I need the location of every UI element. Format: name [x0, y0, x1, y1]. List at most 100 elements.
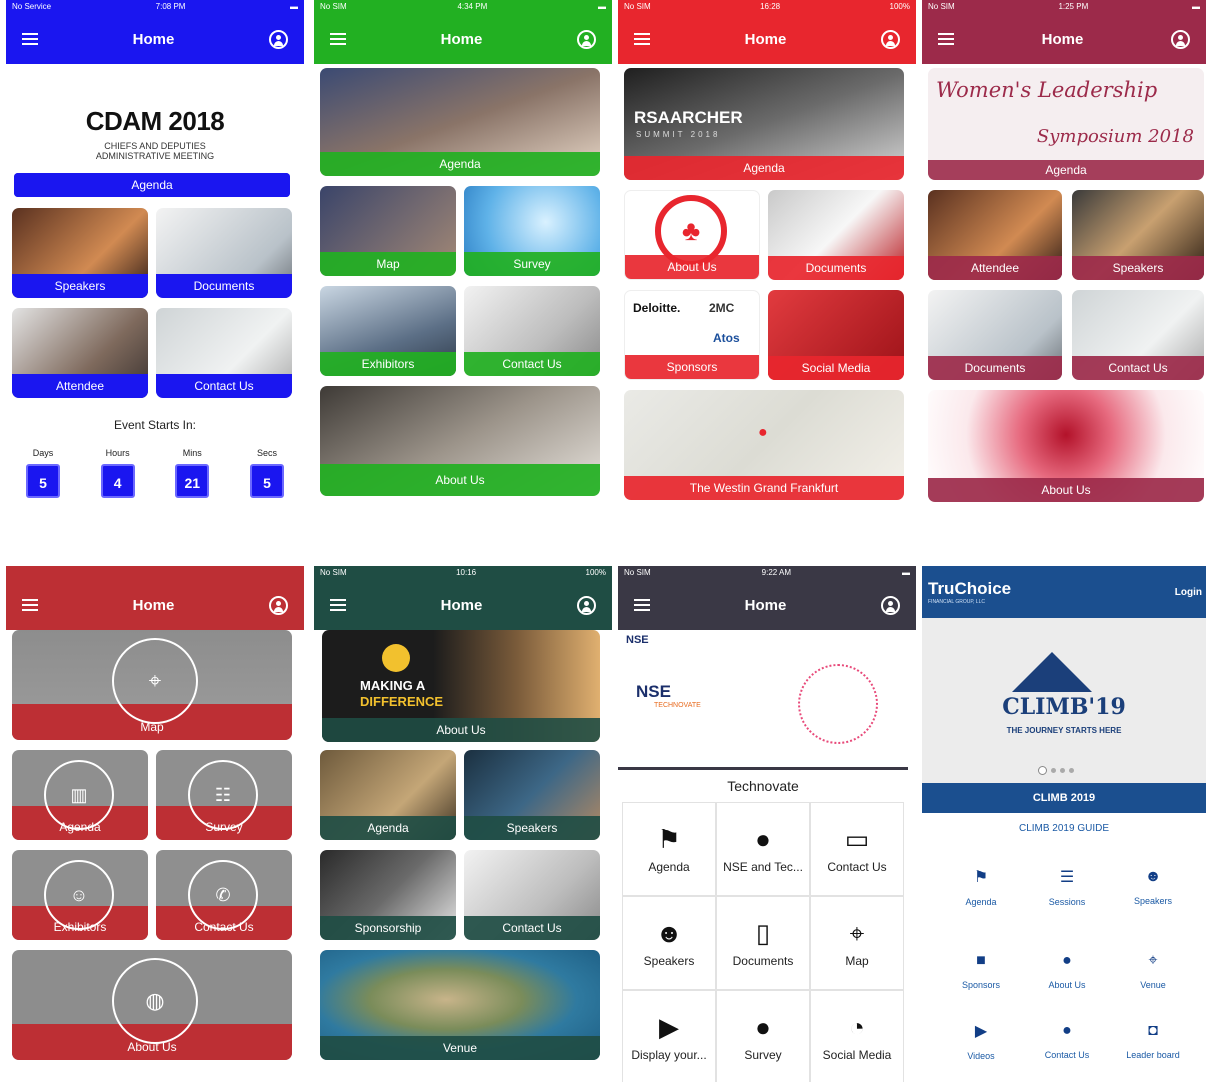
- hamburger-menu-icon[interactable]: [330, 33, 346, 45]
- cell-nse-and-tech[interactable]: ● NSE and Tec...: [716, 802, 810, 896]
- tile-survey[interactable]: Survey: [464, 186, 600, 276]
- tile-label: Map: [320, 252, 456, 276]
- hamburger-menu-icon[interactable]: [634, 599, 650, 611]
- tile-social-media[interactable]: Social Media: [768, 290, 904, 380]
- cell-label: Videos: [967, 1051, 995, 1061]
- user-profile-icon[interactable]: [577, 29, 596, 49]
- cell-sessions[interactable]: ☰ Sessions: [1024, 846, 1110, 928]
- user-profile-icon[interactable]: [881, 595, 900, 615]
- tile-speakers[interactable]: Speakers: [1072, 190, 1204, 280]
- nav-title: Home: [132, 596, 175, 614]
- cell-speakers[interactable]: ☻ Speakers: [1110, 846, 1196, 928]
- status-bar: No SIM 4:34 PM ▬: [314, 0, 612, 14]
- list-icon: ☰: [1059, 869, 1075, 886]
- pac-logo-icon: [382, 644, 410, 672]
- cell-display-your[interactable]: ▶ Display your...: [622, 990, 716, 1082]
- user-profile-icon[interactable]: [1171, 29, 1190, 49]
- tile-venue-map[interactable]: ● The Westin Grand Frankfurt: [624, 390, 904, 500]
- battery-level: 100%: [585, 568, 606, 577]
- phone-cdam: No Service 7:08 PM ▬ Home CDAM 2018 CHIEFS…: [6, 0, 304, 522]
- tile-about-us[interactable]: About Us: [320, 386, 600, 496]
- tile-label: About Us: [625, 255, 759, 279]
- tile-contact-us[interactable]: ✆ Contact Us: [156, 850, 292, 940]
- nav-bar: Home: [618, 580, 916, 630]
- tile-agenda[interactable]: ▥ Agenda: [12, 750, 148, 840]
- cell-contact-us[interactable]: ● Contact Us: [1024, 1002, 1110, 1080]
- carousel-dots[interactable]: [1038, 766, 1074, 775]
- user-profile-icon[interactable]: [269, 29, 288, 49]
- tile-agenda[interactable]: Women's Leadership Symposium 2018 Agenda: [928, 68, 1204, 180]
- carrier-text: No SIM: [624, 2, 651, 11]
- tile-attendee[interactable]: Attendee: [12, 308, 148, 398]
- cell-leader-board[interactable]: ◘ Leader board: [1110, 1002, 1196, 1080]
- status-bar: No SIM 16:28 100%: [618, 0, 916, 14]
- cell-videos[interactable]: ▶ Videos: [938, 1002, 1024, 1080]
- hero-carousel: CLIMB'19 THE JOURNEY STARTS HERE: [922, 618, 1206, 783]
- tile-contact-us[interactable]: Contact Us: [464, 850, 600, 940]
- unit-label: Hours: [105, 448, 130, 458]
- sponsor-logo-2: 2MC: [709, 301, 735, 315]
- cell-agenda[interactable]: ⚑ Agenda: [938, 846, 1024, 928]
- cell-documents[interactable]: ▯ Documents: [716, 896, 810, 990]
- chat-bubble-icon: ●: [1062, 1022, 1072, 1039]
- tile-map[interactable]: ⌖ Map: [12, 630, 292, 740]
- cell-survey[interactable]: ● Survey: [716, 990, 810, 1082]
- tile-attendee[interactable]: Attendee: [928, 190, 1062, 280]
- tile-contact-us[interactable]: Contact Us: [156, 308, 292, 398]
- tile-agenda[interactable]: RSAARCHER SUMMIT 2018 Agenda: [624, 68, 904, 180]
- tile-sponsors[interactable]: Deloitte. 2MC Atos Sponsors: [624, 290, 760, 380]
- rss-icon: ◔: [849, 1012, 865, 1042]
- tile-about-us[interactable]: ◍ About Us: [12, 950, 292, 1060]
- hero-title: CLIMB'19: [922, 694, 1206, 720]
- network-graphic-icon: [798, 664, 878, 744]
- tile-agenda[interactable]: Agenda: [320, 68, 600, 176]
- mountain-icon: [1012, 652, 1092, 692]
- banner-text-1: MAKING A: [360, 678, 426, 693]
- tile-sponsorship[interactable]: Sponsorship: [320, 850, 456, 940]
- tile-label: Documents: [156, 274, 292, 298]
- hamburger-menu-icon[interactable]: [330, 599, 346, 611]
- tile-about-us[interactable]: MAKING A DIFFERENCE About Us: [322, 630, 600, 742]
- cell-about-us[interactable]: ● About Us: [1024, 930, 1110, 1012]
- tile-documents[interactable]: Documents: [928, 290, 1062, 380]
- phone-truchoice: TruChoice FINANCIAL GROUP, LLC Login CLI…: [922, 566, 1206, 1082]
- cell-social-media[interactable]: ◔ Social Media: [810, 990, 904, 1082]
- cell-contact-us[interactable]: ▭ Contact Us: [810, 802, 904, 896]
- cell-map[interactable]: ⌖ Map: [810, 896, 904, 990]
- user-profile-icon[interactable]: [881, 29, 900, 49]
- login-link[interactable]: Login: [1175, 587, 1202, 598]
- tile-label: About Us: [322, 718, 600, 742]
- tile-documents[interactable]: Documents: [768, 190, 904, 280]
- cell-sponsors[interactable]: ■ Sponsors: [938, 930, 1024, 1012]
- cell-venue[interactable]: ⌖ Venue: [1110, 930, 1196, 1012]
- tile-label: Contact Us: [464, 916, 600, 940]
- hamburger-menu-icon[interactable]: [22, 33, 38, 45]
- status-time: 4:34 PM: [457, 2, 488, 11]
- tile-agenda[interactable]: Agenda: [14, 173, 290, 197]
- tile-about-us[interactable]: ♣ About Us: [624, 190, 760, 280]
- cell-speakers[interactable]: ☻ Speakers: [622, 896, 716, 990]
- tile-documents[interactable]: Documents: [156, 208, 292, 298]
- user-profile-icon[interactable]: [577, 595, 596, 615]
- tile-survey[interactable]: ☷ Survey: [156, 750, 292, 840]
- tile-exhibitors[interactable]: Exhibitors: [320, 286, 456, 376]
- countdown-secs: Secs 5: [249, 448, 284, 498]
- hamburger-menu-icon[interactable]: [634, 33, 650, 45]
- user-profile-icon[interactable]: [269, 595, 288, 615]
- tile-exhibitors[interactable]: ☺ Exhibitors: [12, 850, 148, 940]
- tile-label: Agenda: [59, 820, 101, 834]
- tile-venue[interactable]: Venue: [320, 950, 600, 1060]
- tile-map[interactable]: Map: [320, 186, 456, 276]
- tile-speakers[interactable]: Speakers: [464, 750, 600, 840]
- cell-label: Speakers: [643, 954, 695, 968]
- cell-agenda[interactable]: ⚑ Agenda: [622, 802, 716, 896]
- tile-speakers[interactable]: Speakers: [12, 208, 148, 298]
- tile-contact-us[interactable]: Contact Us: [464, 286, 600, 376]
- guide-link[interactable]: CLIMB 2019 GUIDE: [922, 823, 1206, 834]
- hamburger-menu-icon[interactable]: [22, 599, 38, 611]
- hamburger-menu-icon[interactable]: [938, 33, 954, 45]
- tile-about-us[interactable]: About Us: [928, 390, 1204, 502]
- tile-contact-us[interactable]: Contact Us: [1072, 290, 1204, 380]
- tile-agenda[interactable]: Agenda: [320, 750, 456, 840]
- tile-label: Map: [140, 720, 164, 734]
